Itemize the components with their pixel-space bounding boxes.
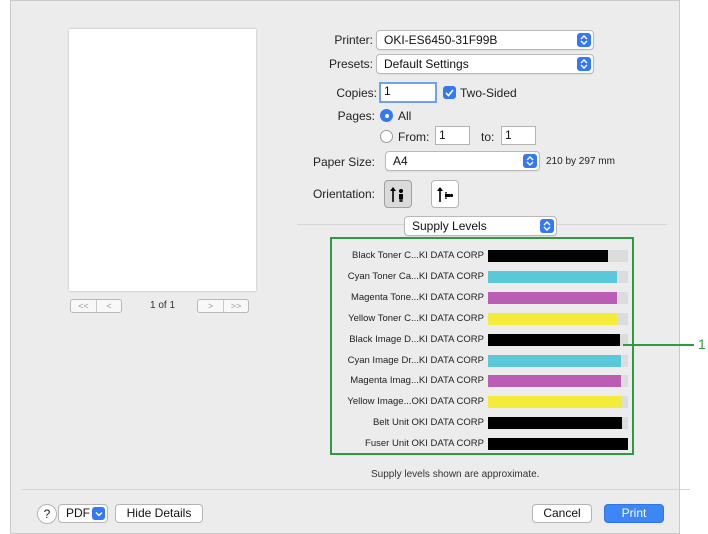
supply-level-bar xyxy=(488,270,617,283)
supply-row: Cyan Image Dr...KI DATA CORP xyxy=(332,354,632,368)
pdf-menu-button[interactable]: PDF xyxy=(58,504,108,523)
copies-input[interactable]: 1 xyxy=(379,82,437,103)
page-preview xyxy=(69,29,256,291)
first-page-button[interactable]: << xyxy=(71,300,96,312)
supply-name: Yellow Image...OKI DATA CORP xyxy=(347,396,484,408)
landscape-icon xyxy=(437,187,454,202)
two-sided-checkbox[interactable] xyxy=(443,86,456,99)
supply-row: Magenta Tone...KI DATA CORP xyxy=(332,291,632,305)
supply-row: Magenta Imag...KI DATA CORP xyxy=(332,374,632,388)
hide-details-button[interactable]: Hide Details xyxy=(115,504,203,523)
supply-level-track xyxy=(488,354,628,367)
supply-level-bar xyxy=(488,375,621,388)
supply-level-track xyxy=(488,312,628,325)
supply-level-bar xyxy=(488,438,628,451)
supply-name: Cyan Toner Ca...KI DATA CORP xyxy=(347,270,484,282)
last-page-button[interactable]: >> xyxy=(223,300,248,312)
callout-leader-line xyxy=(623,344,694,346)
supply-level-bar xyxy=(488,333,620,346)
landscape-orientation-button[interactable] xyxy=(431,180,459,208)
presets-select[interactable]: Default Settings xyxy=(376,54,594,74)
supply-level-bar xyxy=(488,417,623,430)
supply-row: Belt Unit OKI DATA CORP xyxy=(332,416,632,430)
supply-row: Fuser Unit OKI DATA CORP xyxy=(332,437,632,451)
copies-label: Copies: xyxy=(336,86,377,100)
supply-levels-note: Supply levels shown are approximate. xyxy=(371,469,540,480)
supply-name: Magenta Imag...KI DATA CORP xyxy=(350,375,484,387)
paper-size-dimensions: 210 by 297 mm xyxy=(546,156,615,167)
supply-level-track xyxy=(488,438,628,451)
portrait-icon xyxy=(390,187,403,202)
pages-from-radio[interactable] xyxy=(380,130,393,143)
updown-arrows-icon xyxy=(577,33,591,47)
print-dialog: << < 1 of 1 > >> Printer: OKI-ES6450-31F… xyxy=(10,0,690,534)
presets-value: Default Settings xyxy=(384,57,469,71)
supply-name: Black Toner C...KI DATA CORP xyxy=(352,250,484,261)
printer-label: Printer: xyxy=(334,33,373,47)
paper-size-value: A4 xyxy=(393,154,408,168)
pages-to-input[interactable]: 1 xyxy=(501,126,536,145)
updown-arrows-icon xyxy=(523,154,537,168)
pages-all-radio[interactable] xyxy=(380,109,393,122)
supply-row: Black Toner C...KI DATA CORP xyxy=(332,249,632,263)
section-select[interactable]: Supply Levels xyxy=(404,216,557,236)
supply-name: Cyan Image Dr...KI DATA CORP xyxy=(347,354,484,366)
prev-page-controls[interactable]: << < xyxy=(70,299,122,313)
supply-row: Black Image D...KI DATA CORP xyxy=(332,333,632,347)
supply-level-track xyxy=(488,291,628,304)
printer-value: OKI-ES6450-31F99B xyxy=(384,33,498,47)
orientation-label: Orientation: xyxy=(312,187,375,201)
pages-from-label: From: xyxy=(398,130,430,144)
two-sided-label: Two-Sided xyxy=(460,86,517,100)
help-button[interactable]: ? xyxy=(37,504,57,524)
prev-page-button[interactable]: < xyxy=(96,300,121,312)
paper-size-select[interactable]: A4 xyxy=(385,151,540,171)
page-count: 1 of 1 xyxy=(150,300,176,311)
supply-level-bar xyxy=(488,396,621,409)
supply-level-bar xyxy=(488,312,617,325)
supply-name: Black Image D...KI DATA CORP xyxy=(349,333,484,345)
next-page-controls[interactable]: > >> xyxy=(197,299,249,313)
supply-level-track xyxy=(488,396,628,409)
supply-row: Yellow Toner C...KI DATA CORP xyxy=(332,312,632,326)
supply-name: Magenta Tone...KI DATA CORP xyxy=(350,291,484,303)
supply-level-track xyxy=(488,250,628,262)
pdf-label: PDF xyxy=(66,506,90,520)
supply-name: Yellow Toner C...KI DATA CORP xyxy=(348,312,484,324)
supply-level-track xyxy=(488,270,628,283)
printer-select[interactable]: OKI-ES6450-31F99B xyxy=(376,30,594,50)
portrait-orientation-button[interactable] xyxy=(384,180,412,208)
supply-level-track xyxy=(488,333,628,346)
pages-from-input[interactable]: 1 xyxy=(435,126,470,145)
updown-arrows-icon xyxy=(577,57,591,71)
pages-label: Pages: xyxy=(337,109,375,123)
print-button[interactable]: Print xyxy=(604,504,664,523)
supply-level-track xyxy=(488,375,628,388)
updown-arrows-icon xyxy=(540,219,554,233)
pages-to-label: to: xyxy=(481,130,495,144)
supply-name: Belt Unit OKI DATA CORP xyxy=(372,417,484,429)
paper-size-label: Paper Size: xyxy=(312,155,375,169)
supply-row: Cyan Toner Ca...KI DATA CORP xyxy=(332,270,632,284)
footer-divider xyxy=(22,489,690,490)
checkmark-icon xyxy=(445,88,454,97)
supply-level-bar xyxy=(488,354,621,367)
supply-levels-panel: Black Toner C...KI DATA CORP Cyan Toner C… xyxy=(330,237,634,455)
callout-number: 1 xyxy=(698,336,706,352)
supply-name: Fuser Unit OKI DATA CORP xyxy=(365,438,484,450)
section-value: Supply Levels xyxy=(412,219,487,233)
supply-row: Yellow Image...OKI DATA CORP xyxy=(332,395,632,409)
pages-all-label: All xyxy=(398,109,412,123)
next-page-button[interactable]: > xyxy=(198,300,223,312)
supply-level-bar xyxy=(488,250,609,262)
presets-label: Presets: xyxy=(328,57,373,71)
supply-level-bar xyxy=(488,291,617,304)
cancel-button[interactable]: Cancel xyxy=(532,504,592,523)
chevron-down-icon xyxy=(92,507,105,520)
supply-level-track xyxy=(488,417,628,430)
